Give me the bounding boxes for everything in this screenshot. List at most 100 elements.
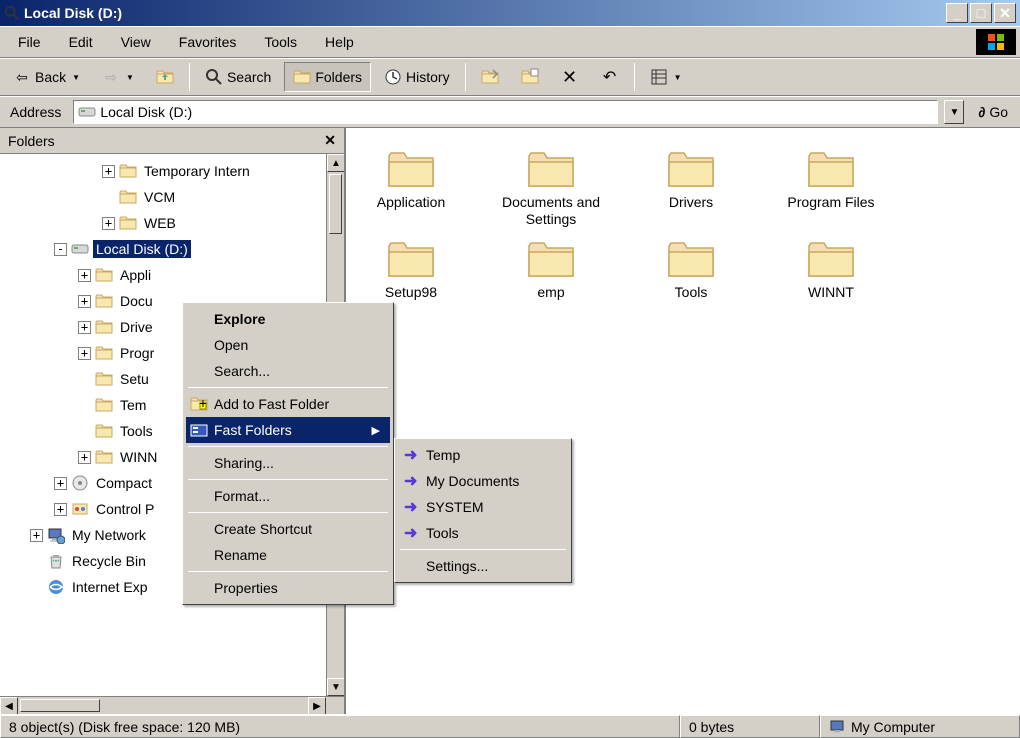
undo-button[interactable]: ↶ <box>592 62 628 92</box>
expand-icon[interactable]: + <box>102 165 115 178</box>
expand-icon[interactable]: + <box>78 269 91 282</box>
tree-item[interactable]: +WEB <box>0 210 344 236</box>
maximize-button[interactable]: □ <box>970 3 992 23</box>
up-button[interactable] <box>147 62 183 92</box>
expand-icon[interactable]: + <box>54 503 67 516</box>
context-item-label: Properties <box>214 580 278 596</box>
context-menu-item[interactable]: Rename <box>186 542 390 568</box>
scroll-up-icon[interactable]: ▲ <box>327 154 344 172</box>
search-button[interactable]: Search <box>196 62 280 92</box>
tree-item[interactable]: -Local Disk (D:) <box>0 236 344 262</box>
context-menu-item[interactable]: Explore <box>186 306 390 332</box>
folder-item[interactable]: emp <box>496 238 606 301</box>
folder-icon <box>807 238 855 278</box>
delete-button[interactable]: ✕ <box>552 62 588 92</box>
folder-item[interactable]: Setup98 <box>356 238 466 301</box>
menu-edit[interactable]: Edit <box>55 30 107 54</box>
context-menu-item[interactable]: Search... <box>186 358 390 384</box>
menu-help[interactable]: Help <box>311 30 368 54</box>
address-dropdown[interactable]: ▼ <box>944 100 964 124</box>
back-label: Back <box>35 69 66 85</box>
tree-scrollbar-horizontal[interactable]: ◀ ▶ <box>0 696 344 714</box>
collapse-icon[interactable]: - <box>54 243 67 256</box>
expand-icon[interactable]: + <box>102 217 115 230</box>
tree-label: WINN <box>117 448 160 466</box>
folder-item[interactable]: Tools <box>636 238 746 301</box>
context-menu-item[interactable]: Sharing... <box>186 450 390 476</box>
addfolder-icon: + <box>190 395 208 413</box>
scroll-thumb[interactable] <box>329 174 342 234</box>
chevron-down-icon: ▼ <box>72 73 80 82</box>
scroll-down-icon[interactable]: ▼ <box>327 678 344 696</box>
go-icon: ∂ <box>978 104 985 120</box>
folder-label: emp <box>537 284 564 301</box>
close-button[interactable]: ✕ <box>994 3 1016 23</box>
expand-icon[interactable]: + <box>78 321 91 334</box>
tree-item[interactable]: + Appli <box>0 262 344 288</box>
folder-item[interactable]: Drivers <box>636 148 746 228</box>
folders-button[interactable]: Folders <box>284 62 371 92</box>
context-submenu[interactable]: ➜Temp➜My Documents➜SYSTEM➜Tools Settings.… <box>394 438 572 583</box>
search-label: Search <box>227 69 271 85</box>
moveto-button[interactable] <box>472 62 508 92</box>
menu-tools[interactable]: Tools <box>250 30 311 54</box>
folder-icon <box>387 148 435 188</box>
folder-item[interactable]: Documents and Settings <box>496 148 606 228</box>
back-button[interactable]: ⇦ Back ▼ <box>4 62 89 92</box>
scroll-thumb[interactable] <box>20 699 100 712</box>
folder-icon <box>527 238 575 278</box>
menu-favorites[interactable]: Favorites <box>165 30 251 54</box>
expand-icon[interactable]: + <box>78 295 91 308</box>
tree-label: Appli <box>117 266 154 284</box>
context-menu-item[interactable]: Properties <box>186 575 390 601</box>
expand-icon[interactable]: + <box>78 347 91 360</box>
context-item-label: Add to Fast Folder <box>214 396 329 412</box>
folder-item[interactable]: Application <box>356 148 466 228</box>
context-menu-item[interactable]: Fast Folders▶ <box>186 417 390 443</box>
fastfolder-icon <box>190 421 208 439</box>
context-item-label: Rename <box>214 547 267 563</box>
menu-file[interactable]: File <box>4 30 55 54</box>
scroll-left-icon[interactable]: ◀ <box>0 697 18 714</box>
context-menu-item[interactable]: Format... <box>186 483 390 509</box>
tree-item[interactable]: VCM <box>0 184 344 210</box>
folder-label: Setup98 <box>385 284 437 301</box>
context-menu-item[interactable]: ➜Temp <box>398 442 568 468</box>
folder-item[interactable]: Program Files <box>776 148 886 228</box>
folder-icon <box>119 188 137 206</box>
go-button[interactable]: ∂ Go <box>970 104 1016 120</box>
context-menu-item[interactable]: ➜Tools <box>398 520 568 546</box>
ie-icon <box>47 578 65 596</box>
history-button[interactable]: History <box>375 62 459 92</box>
context-menu[interactable]: ExploreOpenSearch... + Add to Fast Folder F… <box>182 302 394 605</box>
folder-icon <box>95 266 113 284</box>
expand-icon[interactable]: + <box>54 477 67 490</box>
views-icon <box>650 68 668 86</box>
context-item-label: Create Shortcut <box>214 521 312 537</box>
context-item-label: Tools <box>426 525 459 541</box>
tree-item[interactable]: +Temporary Intern <box>0 158 344 184</box>
back-icon: ⇦ <box>13 68 31 86</box>
folder-item[interactable]: WINNT <box>776 238 886 301</box>
menu-separator <box>400 549 566 550</box>
context-menu-item[interactable]: ➜My Documents <box>398 468 568 494</box>
context-menu-item[interactable]: Settings... <box>398 553 568 579</box>
context-menu-item[interactable]: + Add to Fast Folder <box>186 391 390 417</box>
forward-button[interactable]: ⇨ ▼ <box>93 62 143 92</box>
views-button[interactable]: ▼ <box>641 62 691 92</box>
minimize-button[interactable]: _ <box>946 3 968 23</box>
address-field[interactable]: Local Disk (D:) <box>73 100 938 124</box>
folders-close-button[interactable]: ✕ <box>324 132 336 149</box>
scroll-right-icon[interactable]: ▶ <box>308 697 326 714</box>
context-menu-item[interactable]: ➜SYSTEM <box>398 494 568 520</box>
status-location-label: My Computer <box>851 719 935 735</box>
window-icon <box>4 5 20 21</box>
menu-view[interactable]: View <box>107 30 165 54</box>
context-menu-item[interactable]: Open <box>186 332 390 358</box>
expand-icon[interactable]: + <box>30 529 43 542</box>
expand-icon[interactable]: + <box>78 451 91 464</box>
copyto-button[interactable] <box>512 62 548 92</box>
context-menu-item[interactable]: Create Shortcut <box>186 516 390 542</box>
content-pane[interactable]: Application Documents and Settings Drivers… <box>346 128 1020 714</box>
context-item-label: Temp <box>426 447 460 463</box>
